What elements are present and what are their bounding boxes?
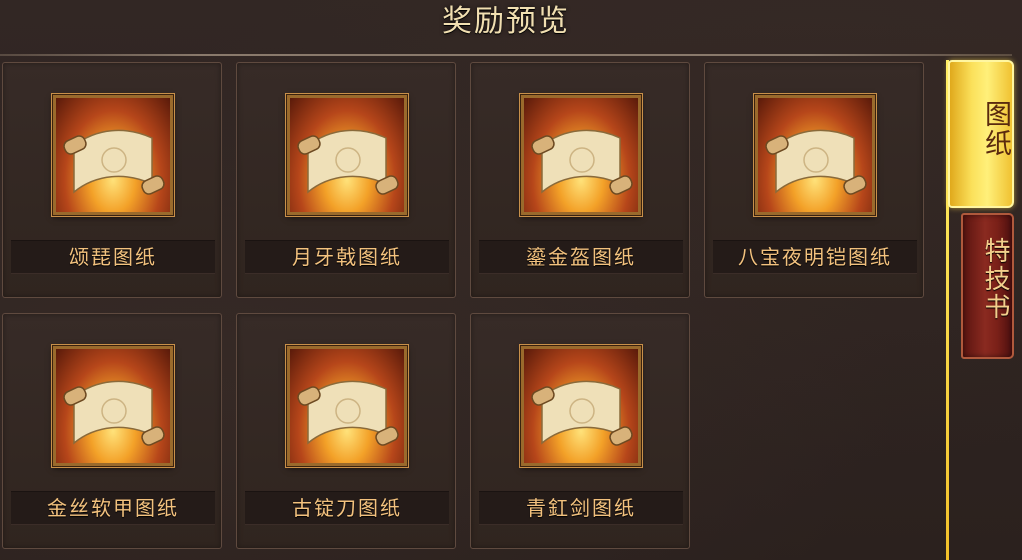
scroll-icon [521,346,641,466]
tab-blueprints-label: 图纸 [980,100,1011,158]
scroll-icon [755,95,875,215]
reward-card[interactable]: 古锭刀图纸 [236,313,456,549]
reward-card[interactable]: 八宝夜明铠图纸 [704,62,924,298]
scroll-icon [287,346,407,466]
reward-label: 颂琵图纸 [11,240,215,274]
tab-skill-books[interactable]: 特技书 [961,213,1014,359]
scroll-icon [521,95,641,215]
tab-skill-books-label: 特技书 [980,237,1010,321]
reward-label: 八宝夜明铠图纸 [713,240,917,274]
reward-card[interactable]: 月牙戟图纸 [236,62,456,298]
reward-card[interactable]: 颂琵图纸 [2,62,222,298]
reward-label: 鎏金盔图纸 [479,240,683,274]
reward-label: 月牙戟图纸 [245,240,449,274]
scroll-icon [53,346,173,466]
reward-card[interactable]: 鎏金盔图纸 [470,62,690,298]
reward-label: 青釭剑图纸 [479,491,683,525]
page-title: 奖励预览 [442,4,570,39]
reward-card[interactable]: 青釭剑图纸 [470,313,690,549]
scroll-icon [53,95,173,215]
reward-label: 金丝软甲图纸 [11,491,215,525]
title-divider [0,54,1012,56]
scroll-icon [287,95,407,215]
reward-card[interactable]: 金丝软甲图纸 [2,313,222,549]
reward-label: 古锭刀图纸 [245,491,449,525]
tab-blueprints[interactable]: 图纸 [948,60,1014,208]
